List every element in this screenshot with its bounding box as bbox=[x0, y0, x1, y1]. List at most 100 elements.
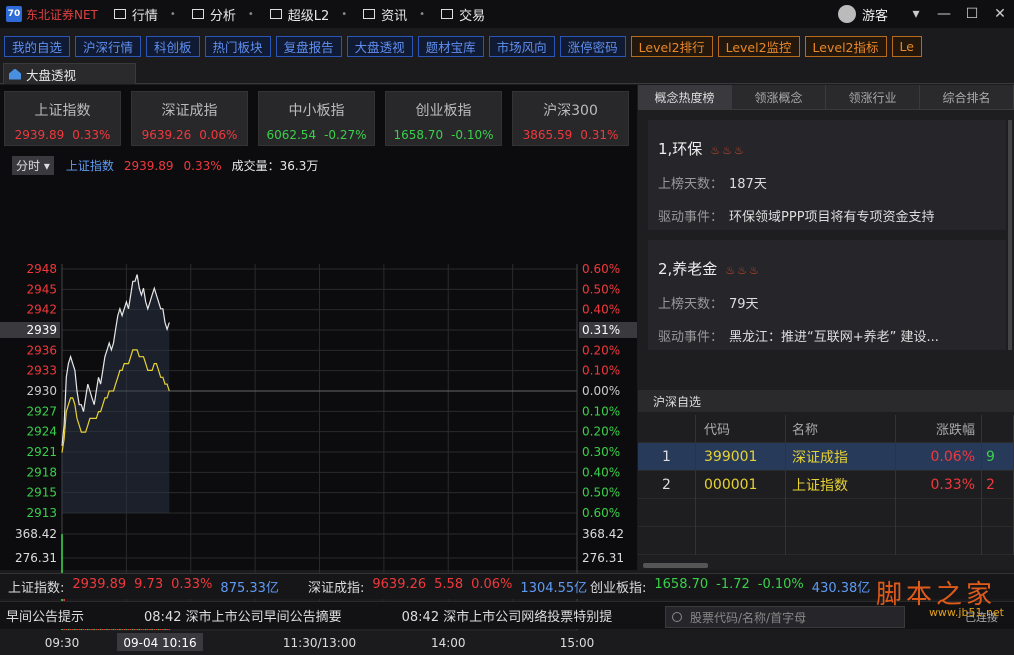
column-header[interactable]: 涨跌幅 bbox=[896, 414, 982, 443]
chart-bars-icon bbox=[113, 9, 126, 19]
period-dropdown[interactable]: 分时 ▾ bbox=[12, 156, 54, 175]
volume-tick-right: 368.42 bbox=[582, 527, 624, 541]
index-card-pct: -0.10% bbox=[451, 128, 494, 142]
status-index[interactable]: 上证指数: 2939.89 9.73 0.33% 875.33亿 bbox=[8, 577, 279, 596]
notice-label[interactable]: 早间公告提示 bbox=[6, 606, 84, 625]
price-tick: 2933 bbox=[26, 364, 57, 378]
price-tick: 2942 bbox=[26, 303, 57, 317]
trade-icon bbox=[441, 9, 454, 19]
menu-label: 行情 bbox=[131, 8, 158, 24]
subtab-bar: 大盘透视 bbox=[0, 63, 1014, 84]
empty-cell bbox=[638, 526, 696, 555]
chart-index-value: 2939.89 bbox=[123, 158, 174, 173]
toolbar-tab[interactable]: 大盘透视 bbox=[346, 35, 413, 57]
stock-search-input[interactable]: 股票代码/名称/首字母 bbox=[665, 606, 905, 628]
days-label: 上榜天数： bbox=[658, 297, 724, 312]
subtab-label: 大盘透视 bbox=[26, 67, 77, 83]
index-card-name: 深证成指 bbox=[161, 103, 218, 119]
user-name[interactable]: 游客 bbox=[862, 5, 888, 24]
hot-concept-card[interactable]: 2,养老金 ♨♨♨ 上榜天数： 79天 驱动事件： 黑龙江：推进“互联网+养老” 建设… bbox=[648, 240, 1006, 350]
row-extra: 9 bbox=[982, 442, 1014, 471]
concept-days-row: 上榜天数： 187天 bbox=[658, 173, 1006, 192]
price-tick: 2924 bbox=[26, 425, 57, 439]
right-tab[interactable]: 领涨概念 bbox=[732, 85, 826, 109]
row-code: 000001 bbox=[696, 470, 786, 499]
index-card-value-row: 3865.59 0.31% bbox=[513, 128, 628, 142]
toolbar-tab[interactable]: 沪深行情 bbox=[75, 35, 142, 57]
news-item[interactable]: 08:42 深市上市公司早间公告摘要 bbox=[144, 606, 342, 625]
menu-label: 超级L2 bbox=[287, 8, 330, 24]
index-card-pct: 0.33% bbox=[72, 128, 111, 142]
news-footer: 早间公告提示 08:42 深市上市公司早间公告摘要 08:42 深市上市公司网络… bbox=[0, 601, 1014, 629]
volume-tick-left: 368.42 bbox=[15, 527, 57, 541]
maximize-icon[interactable]: ☐ bbox=[958, 6, 986, 22]
table-header: 代码 名称 涨跌幅 bbox=[638, 414, 1014, 443]
tab-market-overview[interactable]: 大盘透视 bbox=[3, 63, 136, 84]
news-item[interactable]: 08:42 深市上市公司网络投票特别提 bbox=[402, 606, 613, 625]
menu-separator: • bbox=[341, 8, 348, 20]
watermark-url: www.jb51.net bbox=[928, 606, 1004, 619]
empty-cell bbox=[696, 498, 786, 527]
status-index[interactable]: 创业板指: 1658.70 -1.72 -0.10% 430.38亿 bbox=[590, 577, 870, 596]
toolbar-l2-tab[interactable]: Level2排行 bbox=[630, 35, 713, 57]
menu-analysis[interactable]: 分析 bbox=[191, 5, 236, 24]
right-tab[interactable]: 领涨行业 bbox=[826, 85, 920, 109]
toolbar-l2-tab[interactable]: Le bbox=[891, 35, 922, 57]
index-card[interactable]: 深证成指 9639.26 0.06% bbox=[131, 91, 248, 146]
user-avatar[interactable] bbox=[837, 5, 856, 23]
toolbar-tab[interactable]: 涨停密码 bbox=[559, 35, 626, 57]
menu-super-l2[interactable]: 超级L2 bbox=[269, 5, 330, 24]
column-header[interactable] bbox=[638, 414, 696, 443]
status-amt: 1304.55亿 bbox=[520, 581, 588, 596]
empty-cell bbox=[982, 526, 1014, 555]
watchlist-hscrollbar[interactable] bbox=[643, 563, 708, 568]
index-card[interactable]: 创业板指 1658.70 -0.10% bbox=[385, 91, 502, 146]
empty-cell bbox=[896, 526, 982, 555]
price-tick: 2936 bbox=[26, 343, 57, 357]
toolbar-l2-tab[interactable]: Level2指标 bbox=[804, 35, 887, 57]
toolbar-tab[interactable]: 科创板 bbox=[146, 35, 200, 57]
right-tab[interactable]: 概念热度榜 bbox=[638, 85, 732, 109]
menu-label: 交易 bbox=[459, 8, 486, 24]
column-header[interactable]: 代码 bbox=[696, 414, 786, 443]
table-row[interactable]: 2 000001 上证指数 0.33% 2 bbox=[638, 470, 1014, 499]
menu-news[interactable]: 资讯 bbox=[363, 5, 407, 24]
status-index[interactable]: 深证成指: 9639.26 5.58 0.06% 1304.55亿 bbox=[308, 577, 587, 596]
close-icon[interactable]: ✕ bbox=[986, 6, 1014, 22]
menu-quotes[interactable]: 行情 bbox=[113, 5, 158, 24]
index-card[interactable]: 沪深300 3865.59 0.31% bbox=[512, 91, 629, 146]
right-tabs: 概念热度榜 领涨概念 领涨行业 综合排名 bbox=[638, 85, 1014, 110]
concept-title: 2,养老金 bbox=[658, 260, 718, 278]
index-card-name: 沪深300 bbox=[543, 103, 598, 119]
logo-mark-icon: 70 bbox=[6, 6, 22, 22]
table-row[interactable]: 1 399001 深证成指 0.06% 9 bbox=[638, 442, 1014, 471]
time-tick: 09:30 bbox=[45, 636, 80, 650]
toolbar-tab[interactable]: 复盘报告 bbox=[275, 35, 342, 57]
toolbar-tab[interactable]: 热门板块 bbox=[204, 35, 271, 57]
toolbar-tab[interactable]: 市场风向 bbox=[488, 35, 555, 57]
minimize-icon[interactable]: — bbox=[930, 6, 958, 22]
index-card-value-row: 2939.89 0.33% bbox=[5, 128, 120, 142]
toolbar-tab[interactable]: 题材宝库 bbox=[417, 35, 484, 57]
index-card[interactable]: 中小板指 6062.54 -0.27% bbox=[258, 91, 375, 146]
chart-index-pct: 0.33% bbox=[183, 158, 222, 173]
days-value: 79天 bbox=[729, 297, 759, 312]
dropdown-icon[interactable]: ▾ bbox=[902, 6, 930, 22]
price-tick: 2948 bbox=[26, 262, 57, 276]
hot-concept-card[interactable]: 1,环保 ♨♨♨ 上榜天数： 187天 驱动事件： 环保领域PPP项目将有专项资金支持 bbox=[648, 120, 1006, 230]
toolbar-l2-tab[interactable]: Level2监控 bbox=[717, 35, 800, 57]
time-tick: 14:00 bbox=[431, 636, 466, 650]
menu-trade[interactable]: 交易 bbox=[441, 5, 485, 24]
column-header[interactable] bbox=[982, 414, 1014, 443]
index-card[interactable]: 上证指数 2939.89 0.33% bbox=[4, 91, 121, 146]
status-name: 上证指数: bbox=[8, 581, 65, 596]
search-placeholder: 股票代码/名称/首字母 bbox=[690, 610, 807, 625]
hot-list-scrollbar[interactable] bbox=[1008, 120, 1012, 350]
status-chg: -1.72 bbox=[716, 577, 750, 592]
concept-days-row: 上榜天数： 79天 bbox=[658, 293, 1006, 312]
period-label: 分时 bbox=[16, 159, 41, 173]
column-header[interactable]: 名称 bbox=[786, 414, 896, 443]
right-tab[interactable]: 综合排名 bbox=[920, 85, 1014, 109]
toolbar-tab[interactable]: 我的自选 bbox=[4, 35, 71, 57]
event-value: 环保领域PPP项目将有专项资金支持 bbox=[729, 210, 935, 225]
